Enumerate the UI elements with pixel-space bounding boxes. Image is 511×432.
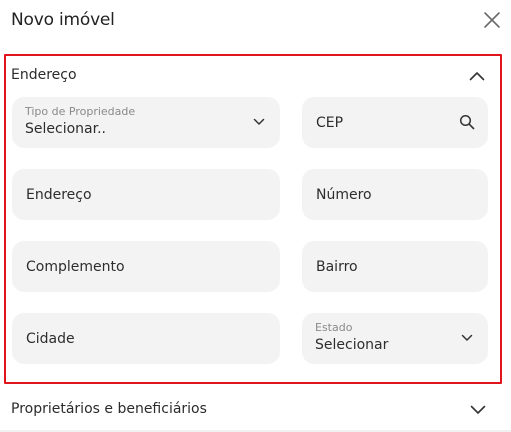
search-icon <box>459 114 475 130</box>
state-label: Estado <box>315 321 353 334</box>
city-placeholder: Cidade <box>26 331 75 347</box>
owners-section-title: Proprietários e beneficiários <box>11 401 207 417</box>
property-type-label: Tipo de Propriedade <box>25 105 136 118</box>
state-select[interactable]: Estado Selecionar <box>302 313 488 364</box>
chevron-up-icon <box>469 72 485 81</box>
close-icon <box>484 12 500 28</box>
address-field[interactable]: Endereço <box>12 169 280 220</box>
city-field[interactable]: Cidade <box>12 313 280 364</box>
expand-owners-button[interactable] <box>467 401 489 419</box>
close-button[interactable] <box>481 9 503 31</box>
chevron-down-icon <box>253 118 265 125</box>
owners-section-header[interactable]: Proprietários e beneficiários <box>0 390 511 432</box>
complement-placeholder: Complemento <box>26 259 125 275</box>
chevron-down-icon <box>470 405 486 414</box>
property-type-chevron <box>250 113 268 131</box>
dialog-title: Novo imóvel <box>11 10 115 30</box>
address-placeholder: Endereço <box>26 187 92 203</box>
number-field[interactable]: Número <box>302 169 488 220</box>
property-type-select[interactable]: Tipo de Propriedade Selecionar.. <box>12 97 280 148</box>
collapse-address-button[interactable] <box>466 67 488 85</box>
address-section-title: Endereço <box>11 67 77 83</box>
cep-field[interactable]: CEP <box>302 97 488 148</box>
dialog-header: Novo imóvel <box>0 0 511 44</box>
state-value: Selecionar <box>315 337 389 353</box>
neighborhood-placeholder: Bairro <box>316 259 358 275</box>
state-chevron <box>458 329 476 347</box>
cep-placeholder: CEP <box>316 115 344 131</box>
cep-search-button[interactable] <box>458 113 476 131</box>
address-section: Endereço Tipo de Propriedade Selecionar.… <box>4 54 502 384</box>
complement-field[interactable]: Complemento <box>12 241 280 292</box>
number-placeholder: Número <box>316 187 372 203</box>
chevron-down-icon <box>461 334 473 341</box>
neighborhood-field[interactable]: Bairro <box>302 241 488 292</box>
property-type-value: Selecionar.. <box>25 121 106 137</box>
